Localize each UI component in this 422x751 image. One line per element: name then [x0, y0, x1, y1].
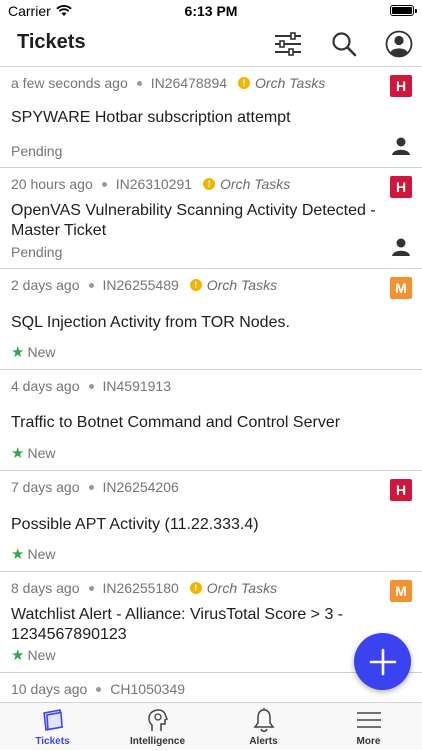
ticket-time: 2 days ago: [11, 277, 80, 293]
ticket-row[interactable]: 2 days ago IN26255489 ! Orch Tasks SQL In…: [0, 269, 422, 370]
ticket-id: IN26310291: [115, 176, 193, 192]
ticket-status-label: New: [27, 445, 56, 461]
clock: 6:13 PM: [184, 3, 238, 19]
priority-badge: H: [390, 479, 412, 501]
ticket-title: Watchlist Alert - Alliance: VirusTotal S…: [11, 606, 344, 643]
add-ticket-button[interactable]: [354, 633, 411, 690]
ticket-time: 8 days ago: [11, 580, 80, 596]
ticket-title: OpenVAS Vulnerability Scanning Activity …: [11, 202, 376, 239]
priority-badge: M: [390, 277, 412, 299]
ticket-row[interactable]: 20 hours ago IN26310291 ! Orch Tasks Open…: [0, 168, 422, 269]
orch-tasks-tag: ! Orch Tasks: [189, 580, 278, 596]
ticket-status-label: New: [27, 546, 56, 562]
orch-tasks-tag: ! Orch Tasks: [203, 176, 290, 192]
ticket-row[interactable]: 4 days ago IN4591913 Traffic to Botnet C…: [0, 370, 422, 471]
ticket-id: IN4591913: [102, 378, 172, 394]
orch-tasks-tag: ! Orch Tasks: [238, 75, 325, 91]
bell-icon: [211, 707, 316, 733]
new-star-icon: ★: [11, 344, 25, 361]
ticket-meta: a few seconds ago IN26478894 ! Orch Tasks: [11, 75, 325, 91]
ticket-id: IN26255180: [102, 580, 179, 596]
ticket-time: 10 days ago: [11, 681, 88, 697]
ticket-meta: 8 days ago IN26255180 ! Orch Tasks: [11, 580, 277, 596]
separator-dot: [96, 686, 102, 692]
priority-badge: M: [390, 580, 412, 602]
tickets-icon: [0, 707, 105, 733]
ticket-meta: 2 days ago IN26255489 ! Orch Tasks: [11, 277, 277, 293]
tab-label: Alerts: [249, 736, 278, 747]
ticket-status-label: Pending: [11, 244, 63, 260]
ticket-status: Pending: [11, 143, 62, 159]
ticket-status-label: New: [27, 344, 56, 360]
ticket-meta: 20 hours ago IN26310291 ! Orch Tasks: [11, 176, 290, 192]
ticket-status-label: New: [27, 647, 56, 663]
search-icon[interactable]: [328, 28, 360, 60]
tab-tickets[interactable]: Tickets: [0, 703, 105, 751]
new-star-icon: ★: [11, 546, 25, 563]
ticket-status: Pending: [11, 244, 62, 260]
tab-label: Tickets: [35, 736, 70, 747]
ticket-title: Possible APT Activity (11.22.333.4): [11, 516, 259, 533]
status-bar: Carrier 6:13 PM: [0, 0, 422, 22]
orch-warning-icon: !: [238, 77, 251, 89]
orch-label: Orch Tasks: [206, 277, 278, 293]
ticket-meta: 10 days ago CH1050349: [11, 681, 185, 697]
orch-label: Orch Tasks: [255, 75, 326, 91]
ticket-title: Traffic to Botnet Command and Control Se…: [11, 414, 341, 431]
separator-dot: [88, 484, 94, 490]
orch-tasks-tag: ! Orch Tasks: [189, 277, 278, 293]
ticket-status: ★ New: [11, 545, 55, 563]
page-title: Tickets: [17, 31, 86, 53]
orch-label: Orch Tasks: [206, 580, 278, 596]
tab-intelligence[interactable]: Intelligence: [105, 703, 210, 751]
tab-alerts[interactable]: Alerts: [211, 703, 316, 751]
tab-label: Intelligence: [129, 736, 185, 747]
priority-badge: H: [390, 75, 412, 97]
separator-dot: [136, 80, 142, 86]
orch-warning-icon: !: [189, 279, 202, 291]
separator-dot: [101, 181, 107, 187]
top-bar: Tickets: [0, 22, 422, 67]
ticket-id: CH1050349: [110, 681, 186, 697]
ticket-id: IN26254206: [102, 479, 179, 495]
assigned-user-icon: [391, 136, 411, 161]
ticket-status: ★ New: [11, 343, 55, 361]
ticket-time: 20 hours ago: [11, 176, 93, 192]
plus-icon: [369, 648, 396, 675]
orch-warning-icon: !: [189, 582, 202, 594]
bottom-tab-bar: Tickets Intelligence Alerts More: [0, 702, 422, 750]
ticket-id: IN26478894: [150, 75, 228, 91]
ticket-time: a few seconds ago: [11, 75, 128, 91]
intelligence-icon: [105, 707, 210, 733]
ticket-meta: 4 days ago IN4591913: [11, 378, 171, 394]
separator-dot: [88, 585, 94, 591]
ticket-time: 4 days ago: [11, 378, 80, 394]
ticket-id: IN26255489: [102, 277, 179, 293]
separator-dot: [88, 383, 94, 389]
ticket-title: SQL Injection Activity from TOR Nodes.: [11, 314, 290, 331]
ticket-meta: 7 days ago IN26254206: [11, 479, 179, 495]
assigned-user-icon: [391, 237, 411, 262]
filter-sliders-icon[interactable]: [272, 28, 304, 60]
priority-badge: H: [390, 176, 412, 198]
separator-dot: [88, 282, 94, 288]
ticket-row[interactable]: a few seconds ago IN26478894 ! Orch Tasks…: [0, 67, 422, 168]
profile-avatar-icon[interactable]: [383, 28, 415, 60]
new-star-icon: ★: [11, 445, 25, 462]
ticket-title: SPYWARE Hotbar subscription attempt: [11, 109, 291, 126]
orch-label: Orch Tasks: [220, 176, 291, 192]
tab-more[interactable]: More: [316, 703, 421, 751]
ticket-status-label: Pending: [11, 143, 63, 159]
ticket-status: ★ New: [11, 646, 55, 664]
ticket-status: ★ New: [11, 444, 55, 462]
ticket-time: 7 days ago: [11, 479, 80, 495]
new-star-icon: ★: [11, 647, 25, 664]
battery-icon: [390, 5, 417, 16]
tab-label: More: [356, 736, 381, 747]
ticket-row[interactable]: 7 days ago IN26254206 Possible APT Activ…: [0, 471, 422, 572]
menu-icon: [316, 707, 421, 733]
orch-warning-icon: !: [203, 178, 216, 190]
ticket-list[interactable]: a few seconds ago IN26478894 ! Orch Tasks…: [0, 67, 422, 702]
